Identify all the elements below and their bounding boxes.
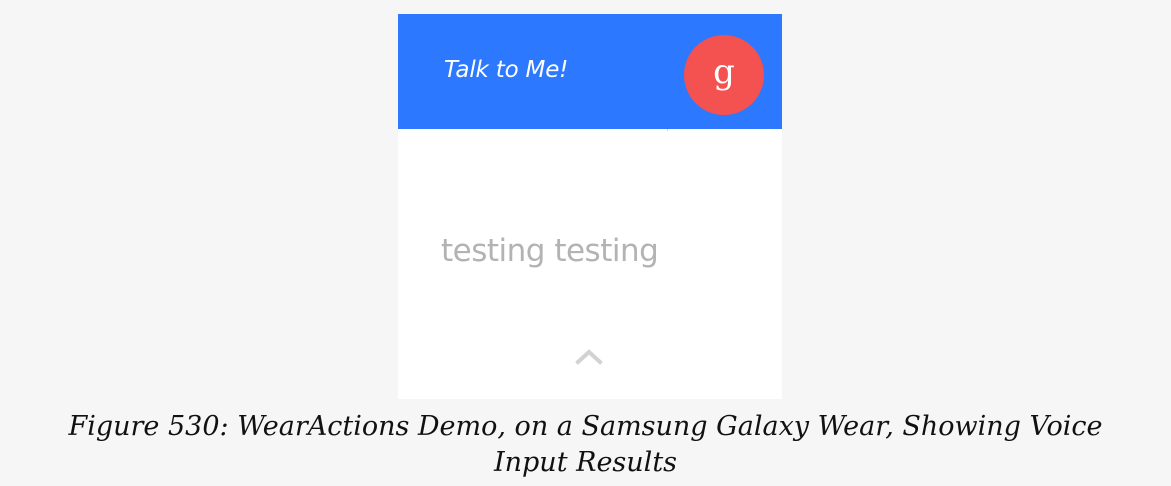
voice-input-button[interactable]: g	[684, 35, 764, 115]
figure-caption: Figure 530: WearActions Demo, on a Samsu…	[68, 411, 1103, 478]
header-divider	[667, 129, 668, 131]
wear-screenshot: Talk to Me! g testing testing	[398, 14, 782, 399]
app-title: Talk to Me!	[444, 57, 569, 83]
app-header: Talk to Me! g	[398, 14, 782, 129]
chevron-up-icon[interactable]	[575, 347, 603, 365]
google-g-icon: g	[713, 52, 735, 92]
voice-result-text: testing testing	[441, 233, 659, 269]
documentation-page: Talk to Me! g testing testing Figure 530…	[0, 0, 1171, 486]
